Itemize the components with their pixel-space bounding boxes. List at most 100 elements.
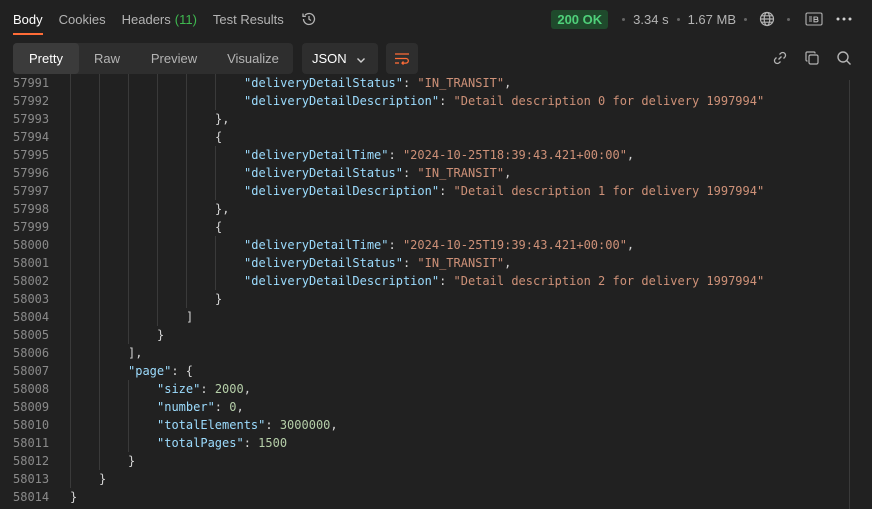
indent-guide bbox=[99, 164, 100, 182]
tab-test-results[interactable]: Test Results bbox=[213, 0, 284, 38]
line-number: 57998 bbox=[13, 202, 50, 216]
headers-count: (11) bbox=[174, 11, 197, 27]
code-content: { bbox=[215, 128, 222, 146]
json-punctuation: : bbox=[439, 274, 454, 288]
json-punctuation: { bbox=[215, 130, 223, 144]
indent-guide bbox=[99, 308, 100, 326]
indent-guide bbox=[99, 272, 100, 290]
indent-guide bbox=[99, 362, 100, 380]
indent-guide bbox=[70, 344, 71, 362]
json-key: "deliveryDetailTime" bbox=[244, 148, 389, 162]
indent-guide bbox=[99, 110, 100, 128]
indent-guide bbox=[99, 398, 100, 416]
tab-body[interactable]: Body bbox=[13, 0, 43, 38]
scrollbar-track[interactable] bbox=[849, 80, 850, 509]
indent-guide bbox=[186, 74, 187, 92]
indent-guide bbox=[215, 236, 216, 254]
line-number: 58012 bbox=[13, 454, 50, 468]
view-mode-pretty[interactable]: Pretty bbox=[13, 43, 79, 74]
json-key: "number" bbox=[157, 400, 215, 414]
tab-headers[interactable]: Headers (11) bbox=[122, 0, 197, 38]
response-time[interactable]: 3.34 s bbox=[633, 12, 668, 27]
format-select[interactable]: JSON bbox=[302, 43, 378, 74]
json-punctuation: , bbox=[504, 256, 512, 270]
link-icon[interactable] bbox=[768, 46, 792, 70]
response-meta: 200 OK 3.34 s 1.67 MB bbox=[551, 0, 872, 38]
line-number: 58006 bbox=[13, 346, 50, 360]
line-number: 58010 bbox=[13, 418, 50, 432]
line-number: 57993 bbox=[13, 112, 50, 126]
code-line: 58002 "deliveryDetailDescription": "Detai… bbox=[0, 272, 852, 290]
indent-guide bbox=[186, 110, 187, 128]
indent-guide bbox=[157, 308, 158, 326]
indent-guide bbox=[186, 218, 187, 236]
more-options-icon[interactable] bbox=[832, 7, 856, 31]
code-content: "deliveryDetailDescription": "Detail des… bbox=[244, 92, 764, 110]
indent-guide bbox=[186, 182, 187, 200]
json-string: "IN_TRANSIT" bbox=[417, 166, 505, 180]
code-line: 57999 { bbox=[0, 218, 852, 236]
indent-guide bbox=[157, 236, 158, 254]
indent-guide bbox=[99, 326, 100, 344]
json-punctuation: } bbox=[215, 292, 223, 306]
indent-guide bbox=[70, 200, 71, 218]
indent-guide bbox=[157, 74, 158, 92]
json-punctuation: ] bbox=[186, 310, 194, 324]
indent-guide bbox=[70, 254, 71, 272]
indent-guide bbox=[215, 254, 216, 272]
indent-guide bbox=[157, 182, 158, 200]
code-line: 58001 "deliveryDetailStatus": "IN_TRANSIT… bbox=[0, 254, 852, 272]
json-key: "deliveryDetailStatus" bbox=[244, 76, 403, 90]
json-key: "totalPages" bbox=[157, 436, 244, 450]
separator-dot bbox=[744, 17, 747, 21]
copy-icon[interactable] bbox=[800, 46, 824, 70]
code-line: 57996 "deliveryDetailStatus": "IN_TRANSIT… bbox=[0, 164, 852, 182]
code-content: "totalElements": 3000000, bbox=[157, 416, 338, 434]
code-line: 58003} bbox=[0, 290, 852, 308]
json-punctuation: : bbox=[402, 166, 418, 180]
indent-guide bbox=[99, 128, 100, 146]
indent-guide bbox=[70, 380, 71, 398]
code-line: 57997 "deliveryDetailDescription": "Detai… bbox=[0, 182, 852, 200]
code-content: } bbox=[99, 470, 106, 488]
indent-guide bbox=[215, 146, 216, 164]
json-code-view[interactable]: 57991 "deliveryDetailStatus": "IN_TRANSIT… bbox=[0, 74, 852, 509]
line-number: 58000 bbox=[13, 238, 50, 252]
json-key: "deliveryDetailDescription" bbox=[244, 274, 440, 288]
view-mode-preview[interactable]: Preview bbox=[135, 43, 213, 74]
view-mode-raw[interactable]: Raw bbox=[79, 43, 135, 74]
code-content: } bbox=[215, 290, 222, 308]
indent-guide bbox=[186, 92, 187, 110]
code-line: 57995 "deliveryDetailTime": "2024-10-25T1… bbox=[0, 146, 852, 164]
save-example-icon[interactable] bbox=[802, 7, 826, 31]
code-content: "deliveryDetailStatus": "IN_TRANSIT", bbox=[244, 254, 511, 272]
wrap-lines-button[interactable] bbox=[386, 43, 418, 74]
indent-guide bbox=[70, 308, 71, 326]
indent-guide bbox=[70, 362, 71, 380]
json-punctuation: , bbox=[626, 238, 635, 252]
indent-guide bbox=[99, 218, 100, 236]
globe-icon[interactable] bbox=[755, 7, 779, 31]
json-string: "IN_TRANSIT" bbox=[417, 256, 505, 270]
code-line: 58007 "page": { bbox=[0, 362, 852, 380]
indent-guide bbox=[70, 452, 71, 470]
search-icon[interactable] bbox=[832, 46, 856, 70]
view-mode-visualize[interactable]: Visualize bbox=[213, 43, 293, 74]
indent-guide bbox=[128, 236, 129, 254]
indent-guide bbox=[70, 146, 71, 164]
indent-guide bbox=[99, 182, 100, 200]
json-string: "2024-10-25T18:39:43.421+00:00" bbox=[402, 148, 627, 162]
indent-guide bbox=[128, 110, 129, 128]
response-size[interactable]: 1.67 MB bbox=[688, 12, 736, 27]
line-number: 58011 bbox=[13, 436, 50, 450]
json-punctuation: : bbox=[402, 256, 418, 270]
tab-cookies[interactable]: Cookies bbox=[59, 0, 106, 38]
indent-guide bbox=[99, 92, 100, 110]
json-punctuation: : bbox=[265, 418, 280, 432]
history-icon[interactable] bbox=[300, 10, 318, 28]
json-key: "deliveryDetailDescription" bbox=[244, 94, 440, 108]
code-line: 58009 "number": 0, bbox=[0, 398, 852, 416]
status-badge[interactable]: 200 OK bbox=[551, 9, 609, 29]
code-line: 58008 "size": 2000, bbox=[0, 380, 852, 398]
indent-guide bbox=[215, 182, 216, 200]
